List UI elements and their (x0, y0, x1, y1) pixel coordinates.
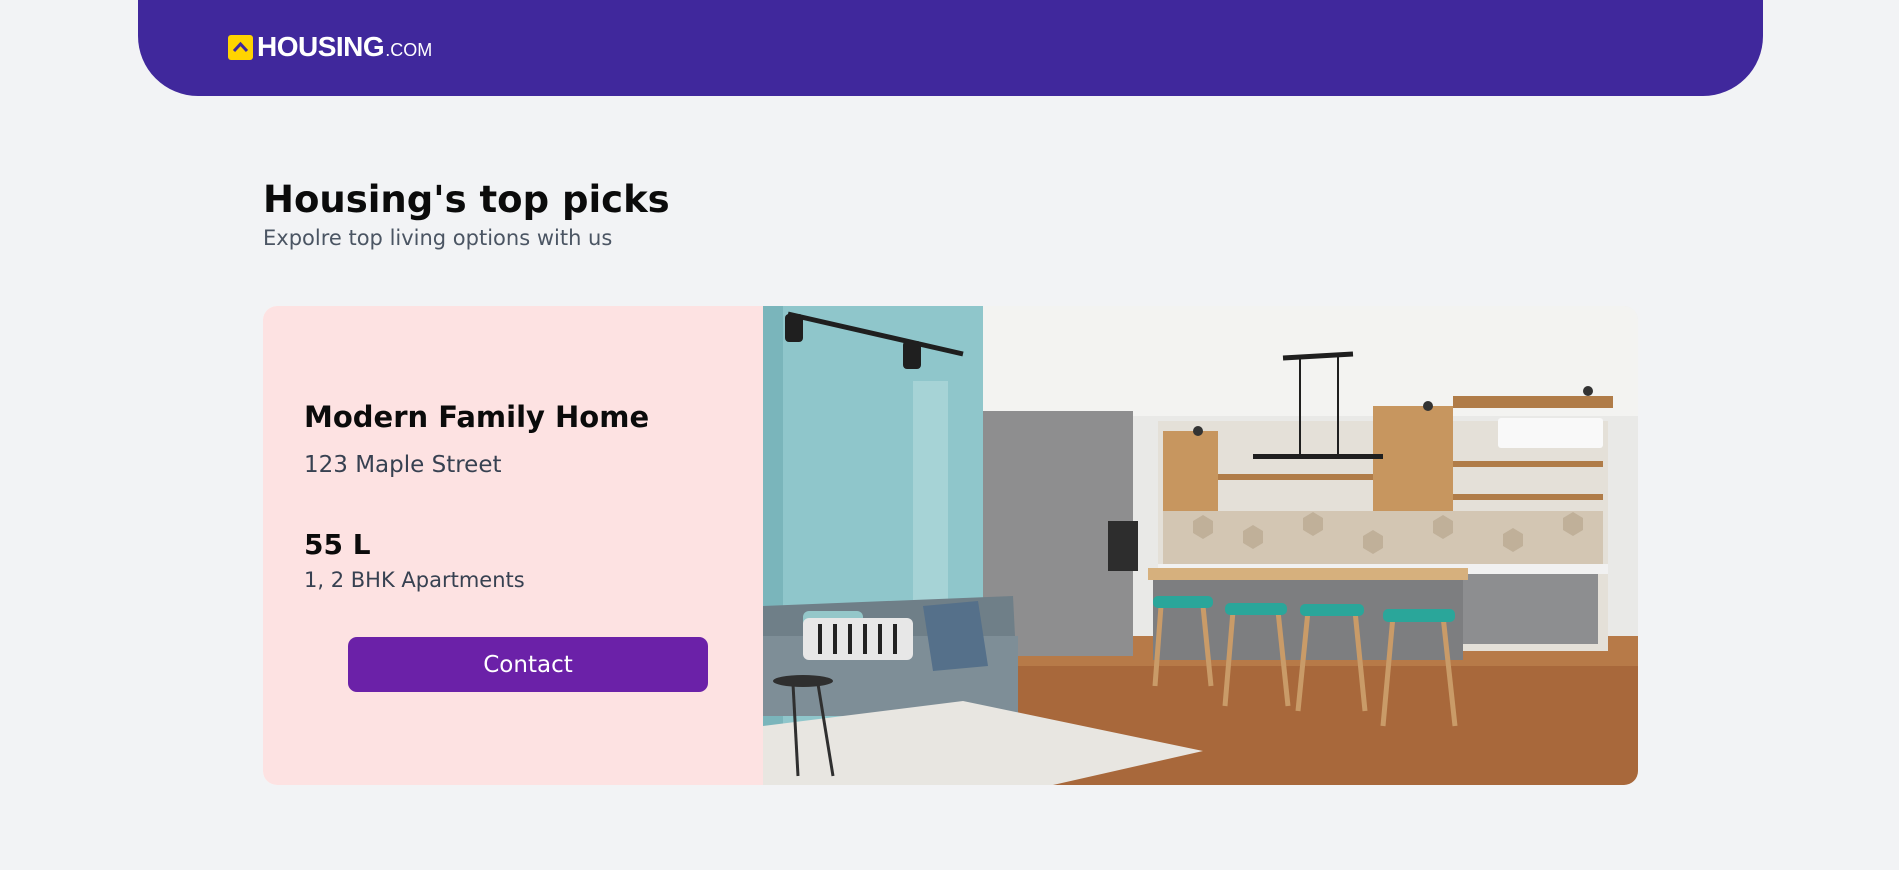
contact-button[interactable]: Contact (348, 637, 708, 692)
house-icon (228, 35, 253, 60)
site-header: HOUSING .COM (138, 0, 1763, 96)
listing-photo (763, 306, 1638, 785)
logo-suffix: .COM (385, 40, 433, 60)
section-subtitle: Expolre top living options with us (263, 226, 613, 250)
listing-name: Modern Family Home (304, 400, 650, 434)
listing-configuration: 1, 2 BHK Apartments (304, 568, 525, 592)
listing-address: 123 Maple Street (304, 452, 502, 478)
housing-logo[interactable]: HOUSING .COM (228, 31, 433, 62)
listing-details: Modern Family Home 123 Maple Street 55 L… (263, 306, 763, 785)
logo-wordmark: HOUSING (257, 31, 385, 62)
living-room-kitchen-illustration (763, 306, 1638, 785)
listing-card: Modern Family Home 123 Maple Street 55 L… (263, 306, 1638, 785)
listing-price: 55 L (304, 528, 371, 561)
section-title: Housing's top picks (263, 178, 670, 221)
